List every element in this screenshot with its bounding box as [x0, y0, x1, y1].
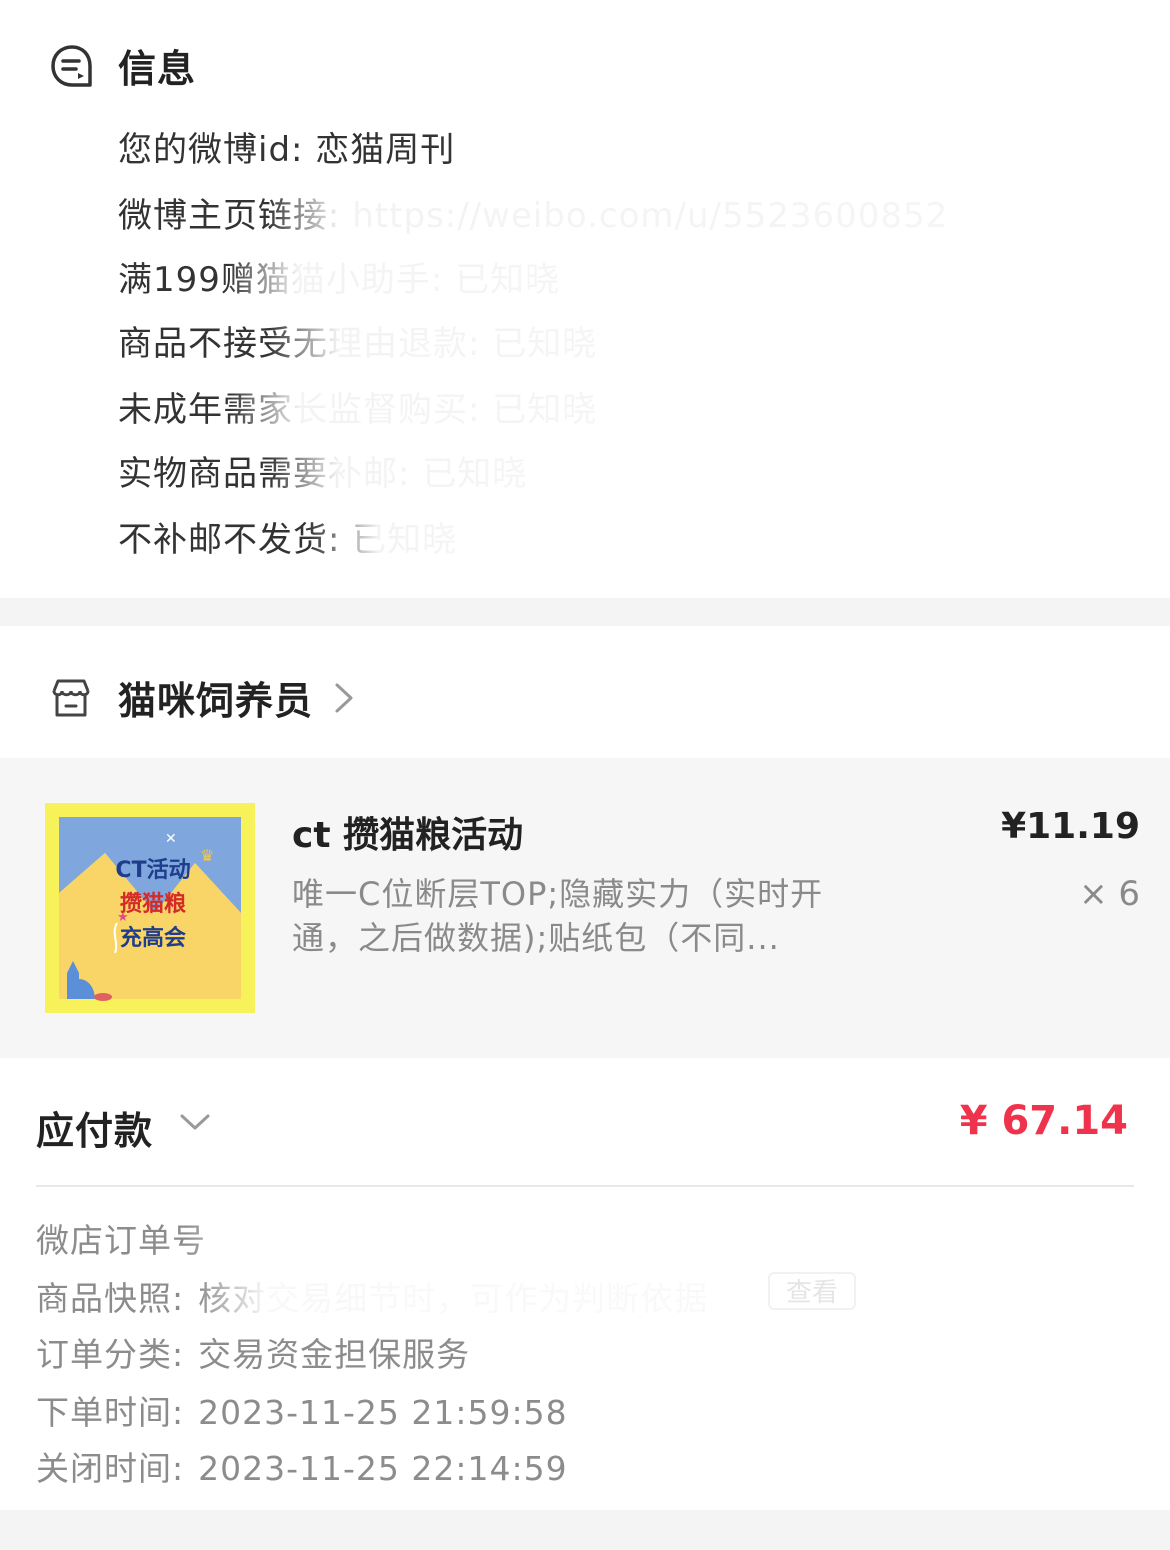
product-quantity: × 6: [1079, 874, 1140, 914]
order-created-row: 下单时间: 2023-11-25 21:59:58: [36, 1386, 568, 1434]
chevron-right-icon[interactable]: [331, 681, 357, 715]
info-section: 信息 您的微博id: 恋猫周刊 微博主页链接: https://weibo.co…: [0, 0, 1170, 598]
divider: [36, 1185, 1134, 1187]
order-number-row: 微店订单号: [36, 1214, 206, 1262]
order-closed-label: 关闭时间:: [36, 1449, 185, 1488]
message-note-icon: [51, 44, 92, 87]
snapshot-label: 商品快照:: [36, 1279, 185, 1318]
info-gift-notice: 满199赠猫猫小助手: 已知晓: [118, 260, 561, 300]
svg-text:CT活动: CT活动: [115, 858, 190, 883]
info-weibo-homepage: 微博主页链接: https://weibo.com/u/5523600852: [118, 196, 949, 236]
order-created-label: 下单时间:: [36, 1393, 185, 1432]
payable-amount: ¥ 67.14: [959, 1098, 1128, 1144]
order-category-row: 订单分类: 交易资金担保服务: [36, 1328, 470, 1376]
info-header: 信息: [48, 38, 196, 93]
svg-text:♛: ♛: [200, 846, 214, 865]
svg-text:攒猫粮: 攒猫粮: [120, 891, 186, 917]
info-title: 信息: [118, 47, 197, 91]
snapshot-row: 商品快照: 核对交易细节时，可作为判断依据: [36, 1272, 708, 1320]
product-title[interactable]: ct 攒猫粮活动: [292, 806, 523, 858]
payable-row[interactable]: 应付款 ¥ 67.14: [0, 1058, 1170, 1186]
info-minor-notice: 未成年需家长监督购买: 已知晓: [118, 390, 598, 430]
order-closed-row: 关闭时间: 2023-11-25 22:14:59: [36, 1442, 568, 1490]
svg-text:充高会: 充高会: [120, 925, 186, 951]
shop-name[interactable]: 猫咪饲养员: [118, 670, 313, 725]
product-image[interactable]: ★ ✕ ♛ CT活动 攒猫粮 充高会: [45, 803, 255, 1013]
info-postage-notice: 实物商品需要补邮: 已知晓: [118, 454, 528, 494]
bottom-separator: [0, 1510, 1170, 1550]
section-separator: [0, 598, 1170, 626]
payable-label[interactable]: 应付款: [36, 1100, 153, 1155]
info-weibo-id: 您的微博id: 恋猫周刊: [118, 130, 456, 170]
info-no-postage-notice: 不补邮不发货: 已知晓: [118, 520, 458, 560]
order-closed-value: 2023-11-25 22:14:59: [198, 1449, 568, 1488]
chevron-down-icon[interactable]: [178, 1110, 212, 1134]
food-bowl: [94, 993, 112, 1001]
order-category-value: 交易资金担保服务: [198, 1335, 471, 1374]
product-description: 唯一C位断层TOP;隐藏实力（实时开通，之后做数据);贴纸包（不同...: [292, 875, 824, 957]
product-price: ¥11.19: [1001, 806, 1140, 847]
svg-text:✕: ✕: [165, 831, 177, 847]
order-category-label: 订单分类:: [36, 1335, 185, 1374]
product-item[interactable]: ★ ✕ ♛ CT活动 攒猫粮 充高会 ct 攒猫粮活动 唯一C位断层TOP;隐藏…: [0, 758, 1170, 1058]
store-icon: [52, 679, 90, 716]
snapshot-view-button[interactable]: 查看: [768, 1272, 856, 1310]
snapshot-hint: 核对交易细节时，可作为判断依据: [198, 1279, 709, 1318]
info-no-refund-notice: 商品不接受无理由退款: 已知晓: [118, 324, 598, 364]
shop-row[interactable]: 猫咪饲养员: [0, 626, 1170, 758]
order-number-label: 微店订单号: [36, 1221, 206, 1260]
product-image-text: CT活动 攒猫粮 充高会: [115, 858, 190, 951]
order-created-value: 2023-11-25 21:59:58: [198, 1393, 568, 1432]
